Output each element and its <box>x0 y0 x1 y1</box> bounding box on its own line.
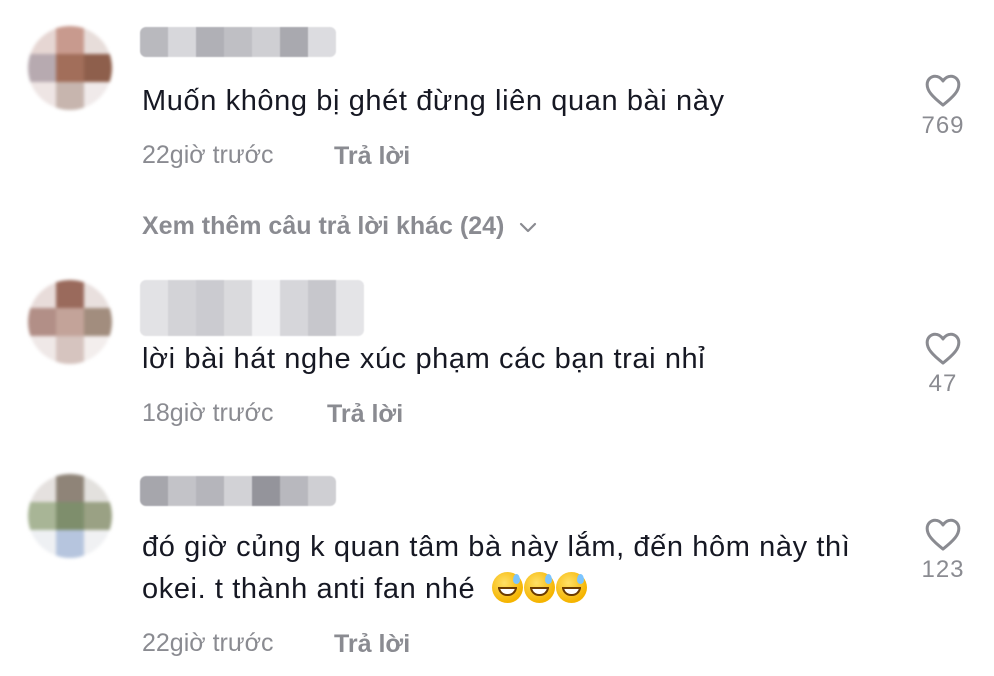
avatar-pixel <box>28 54 56 82</box>
username-pixel <box>280 27 308 57</box>
username-pixel <box>224 27 252 57</box>
avatar-pixel <box>56 82 84 110</box>
avatar-pixel <box>84 308 112 336</box>
username-pixel <box>308 280 336 336</box>
comment-text-line: Muốn không bị ghét đừng liên quan bài nà… <box>142 85 725 117</box>
comment-text-line: okei. t thành anti fan nhé <box>142 573 476 605</box>
view-more-replies-button[interactable]: Xem thêm câu trả lời khác (24) <box>142 212 538 241</box>
avatar-pixel <box>84 54 112 82</box>
grinning-sweat-emoji <box>491 572 523 603</box>
avatar-pixel <box>84 502 112 530</box>
avatar-pixel <box>56 530 84 558</box>
avatar-pixel <box>28 502 56 530</box>
avatar-pixel <box>56 280 84 308</box>
view-more-label: Xem thêm câu trả lời khác (24) <box>142 212 505 240</box>
avatar-pixel <box>28 82 56 110</box>
grinning-sweat-emoji <box>555 572 587 603</box>
avatar-pixel <box>28 308 56 336</box>
username-pixel <box>168 476 196 506</box>
comment-text: lời bài hát nghe xúc phạm các bạn trai n… <box>142 338 705 380</box>
username-pixel <box>196 280 224 336</box>
username-pixel <box>196 27 224 57</box>
heart-icon <box>925 332 961 365</box>
grinning-sweat-emoji <box>523 572 555 603</box>
username-pixel <box>252 27 280 57</box>
comment-text: Muốn không bị ghét đừng liên quan bài nà… <box>142 80 725 122</box>
avatar-pixel <box>56 474 84 502</box>
comment-timestamp: 22giờ trước <box>142 629 274 657</box>
like-count: 123 <box>921 556 965 583</box>
comment-timestamp: 22giờ trước <box>142 141 274 169</box>
username-blurred[interactable] <box>140 280 364 336</box>
username-pixel <box>224 476 252 506</box>
like-count: 769 <box>921 112 965 139</box>
avatar-pixel <box>84 530 112 558</box>
avatar-pixel <box>84 336 112 364</box>
avatar[interactable] <box>28 26 112 110</box>
avatar-pixel <box>28 474 56 502</box>
avatar-pixel <box>56 502 84 530</box>
emoji-group <box>491 572 588 605</box>
comment-timestamp: 18giờ trước <box>142 399 274 427</box>
username-pixel <box>168 27 196 57</box>
avatar-pixel <box>28 280 56 308</box>
like-button[interactable]: 769 <box>908 72 978 140</box>
avatar-pixel <box>56 54 84 82</box>
avatar-pixel <box>84 26 112 54</box>
reply-button[interactable]: Trả lời <box>334 142 410 171</box>
username-pixel <box>168 280 196 336</box>
avatar-pixel <box>84 82 112 110</box>
avatar-pixel <box>84 474 112 502</box>
avatar-pixel <box>28 336 56 364</box>
username-pixel <box>224 280 252 336</box>
username-blurred[interactable] <box>140 27 336 57</box>
avatar[interactable] <box>28 280 112 364</box>
username-pixel <box>140 476 168 506</box>
heart-icon <box>925 74 961 107</box>
avatar-pixel <box>28 26 56 54</box>
heart-icon <box>925 518 961 551</box>
like-count: 47 <box>928 370 958 397</box>
comment-text-line: lời bài hát nghe xúc phạm các bạn trai n… <box>142 343 706 375</box>
chevron-down-icon <box>520 222 537 232</box>
username-pixel <box>336 280 364 336</box>
username-pixel <box>140 280 168 336</box>
like-button[interactable]: 47 <box>908 330 978 398</box>
username-pixel <box>140 27 168 57</box>
username-pixel <box>308 476 336 506</box>
username-pixel <box>280 280 308 336</box>
avatar-pixel <box>56 308 84 336</box>
comment-text-line: đó giờ củng k quan tâm bà này lắm, đến h… <box>142 531 851 563</box>
like-button[interactable]: 123 <box>908 516 978 584</box>
avatar-pixel <box>56 26 84 54</box>
username-pixel <box>196 476 224 506</box>
comment-text: đó giờ củng k quan tâm bà này lắm, đến h… <box>142 526 850 610</box>
username-pixel <box>308 27 336 57</box>
avatar-pixel <box>84 280 112 308</box>
username-pixel <box>252 280 280 336</box>
username-blurred[interactable] <box>140 476 336 506</box>
reply-button[interactable]: Trả lời <box>327 400 403 429</box>
username-pixel <box>252 476 280 506</box>
avatar[interactable] <box>28 474 112 558</box>
avatar-pixel <box>56 336 84 364</box>
reply-button[interactable]: Trả lời <box>334 630 410 659</box>
avatar-pixel <box>28 530 56 558</box>
username-pixel <box>280 476 308 506</box>
